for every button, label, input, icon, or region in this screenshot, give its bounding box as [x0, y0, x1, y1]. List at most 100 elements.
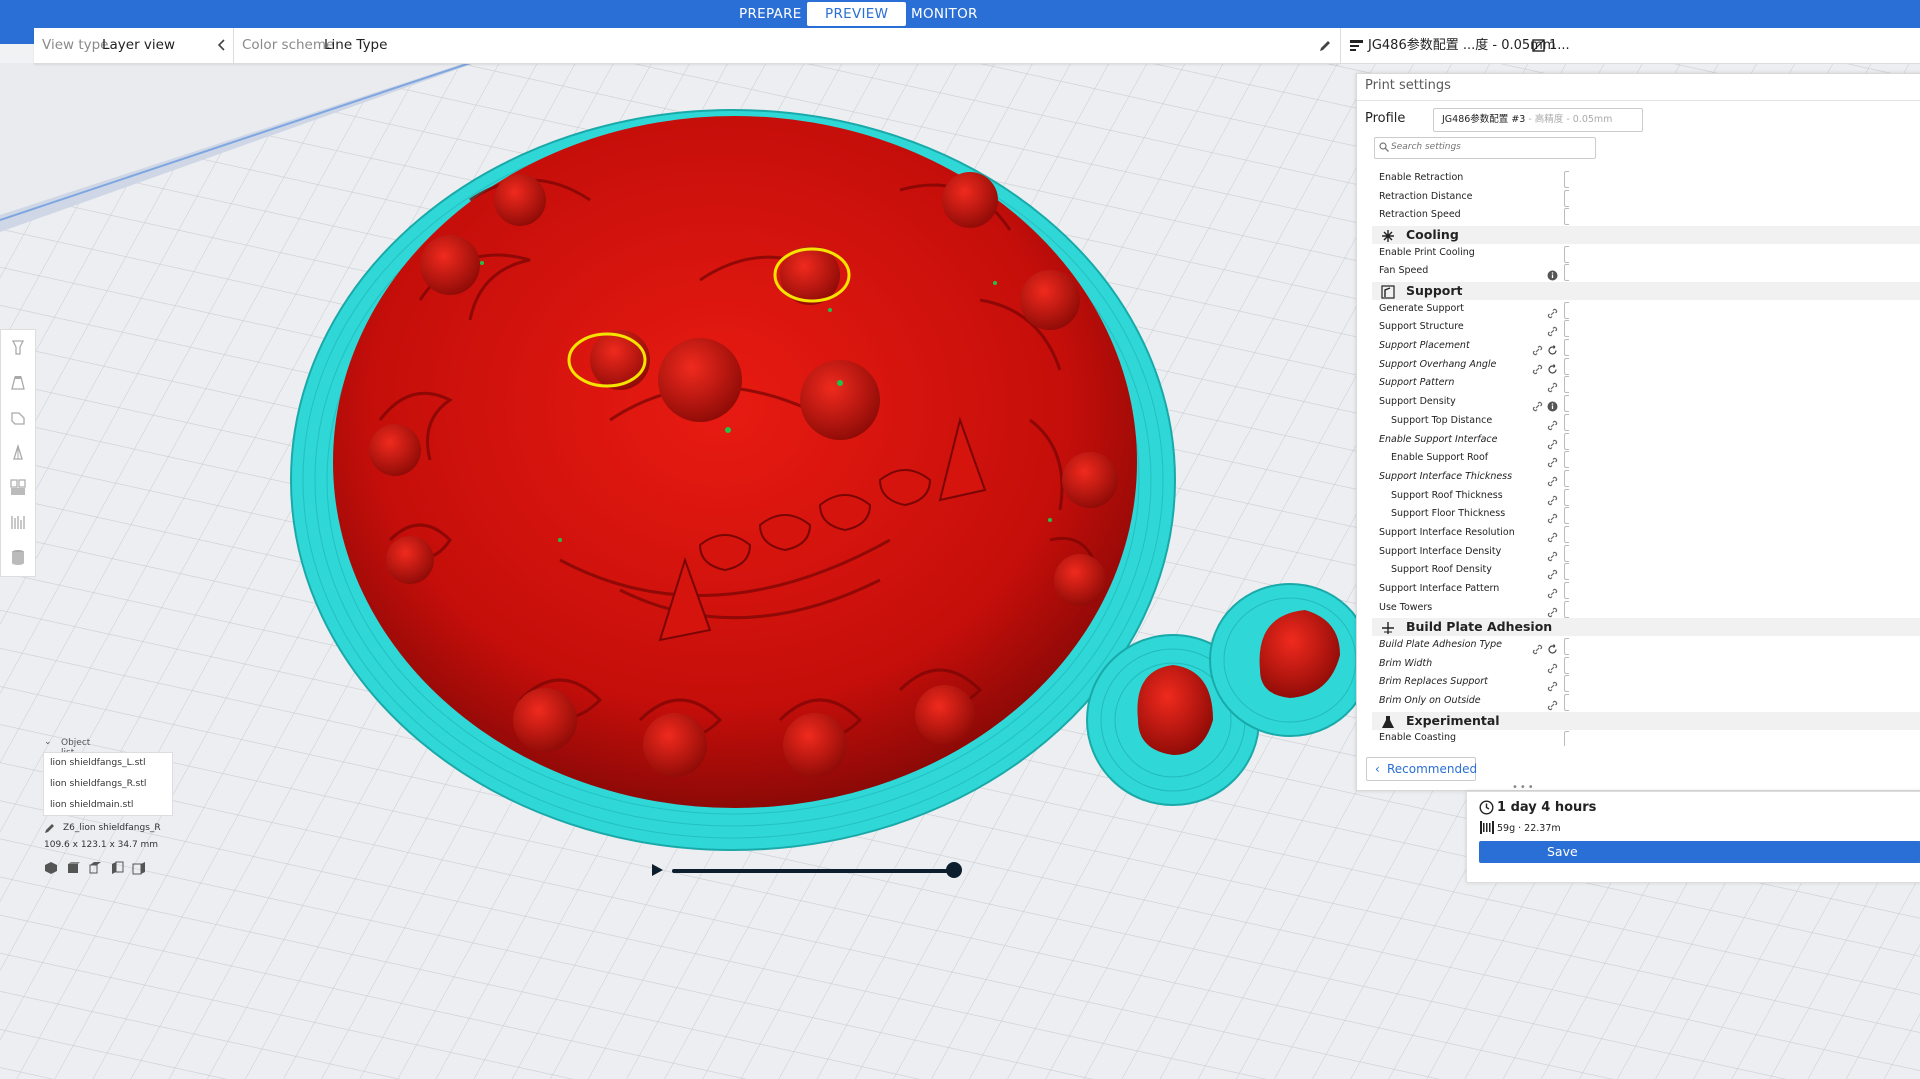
material-estimate: 59g · 22.37m	[1497, 823, 1561, 834]
setting-value-field[interactable]	[1564, 190, 1569, 207]
setting-row-support-pattern[interactable]: Support Pattern	[1357, 375, 1920, 393]
setting-row-generate-support[interactable]: Generate Support	[1357, 301, 1920, 319]
setting-value-field[interactable]	[1564, 601, 1569, 618]
setting-value-field[interactable]	[1564, 376, 1569, 393]
setting-row-fan-speed[interactable]: Fan Speed	[1357, 263, 1920, 281]
info-icon[interactable]	[1547, 266, 1558, 281]
setting-value-field[interactable]	[1564, 339, 1569, 356]
reset-icon[interactable]	[1547, 360, 1558, 374]
setting-row-support-roof-thickness[interactable]: Support Roof Thickness	[1357, 488, 1920, 506]
left-view-icon[interactable]	[110, 861, 124, 875]
tab-preview[interactable]: PREVIEW	[807, 2, 907, 26]
setting-value-field[interactable]	[1564, 171, 1569, 188]
setting-row-retraction-speed[interactable]: Retraction Speed	[1357, 207, 1920, 225]
right-view-icon[interactable]	[132, 861, 146, 875]
setting-value-field[interactable]	[1564, 731, 1569, 746]
3d-view-icon[interactable]	[44, 861, 58, 875]
setting-value-field[interactable]	[1564, 451, 1569, 468]
layer-slider-handle[interactable]	[946, 862, 962, 878]
setting-value-field[interactable]	[1564, 545, 1569, 562]
setting-row-retraction-distance[interactable]: Retraction Distance	[1357, 189, 1920, 207]
tool-rotate[interactable]	[1, 400, 35, 435]
setting-value-field[interactable]	[1564, 563, 1569, 580]
profile-dropdown[interactable]: JG486参数配置 #3 - 高精度 - 0.05mm	[1433, 108, 1643, 132]
setting-value-field[interactable]	[1564, 694, 1569, 711]
tool-move[interactable]	[1, 330, 35, 365]
chevron-left-icon[interactable]	[214, 37, 230, 53]
setting-value-field[interactable]	[1564, 582, 1569, 599]
setting-value-field[interactable]	[1564, 320, 1569, 337]
layer-slider-track[interactable]	[672, 869, 958, 873]
view-type-dropdown[interactable]: Layer view	[102, 28, 175, 63]
object-list-item[interactable]: lion shieldfangs_R.stl	[50, 778, 147, 789]
setting-value-field[interactable]	[1564, 675, 1569, 692]
setting-row-enable-support-roof[interactable]: Enable Support Roof	[1357, 450, 1920, 468]
setting-value-field[interactable]	[1564, 470, 1569, 487]
save-label: Save	[1547, 844, 1578, 859]
section-support[interactable]: Support	[1372, 282, 1920, 300]
tool-scale[interactable]	[1, 365, 35, 400]
setting-value-field[interactable]	[1564, 526, 1569, 543]
setting-row-support-placement[interactable]: Support Placement	[1357, 338, 1920, 356]
section-build-plate-adhesion[interactable]: Build Plate Adhesion	[1372, 618, 1920, 636]
tool-per-model-settings[interactable]	[1, 470, 35, 505]
setting-row-support-roof-density[interactable]: Support Roof Density	[1357, 562, 1920, 580]
setting-label: Support Pattern	[1379, 377, 1455, 388]
setting-value-field[interactable]	[1564, 433, 1569, 450]
info-icon[interactable]	[1547, 397, 1558, 412]
pencil-icon[interactable]	[1318, 39, 1332, 53]
setting-value-field[interactable]	[1564, 657, 1569, 674]
tab-prepare[interactable]: PREPARE	[739, 2, 802, 26]
setting-row-enable-coasting[interactable]: Enable Coasting	[1357, 730, 1920, 746]
section-experimental[interactable]: Experimental	[1372, 712, 1920, 730]
setting-row-support-floor-thickness[interactable]: Support Floor Thickness	[1357, 506, 1920, 524]
search-settings-box[interactable]	[1374, 137, 1596, 159]
setting-value-field[interactable]	[1564, 302, 1569, 319]
setting-row-support-interface-thickness[interactable]: Support Interface Thickness	[1357, 469, 1920, 487]
setting-row-support-structure[interactable]: Support Structure	[1357, 319, 1920, 337]
tool-support-blocker[interactable]	[1, 505, 35, 540]
settings-list[interactable]: Enable Retraction Retraction Distance Retr…	[1357, 170, 1920, 746]
tool-mirror[interactable]	[1, 435, 35, 470]
front-view-icon[interactable]	[66, 861, 80, 875]
setting-row-brim-only-on-outside[interactable]: Brim Only on Outside	[1357, 693, 1920, 711]
setting-value-field[interactable]	[1564, 638, 1569, 655]
setting-row-support-interface-resolution[interactable]: Support Interface Resolution	[1357, 525, 1920, 543]
setting-row-build-plate-adhesion-type[interactable]: Build Plate Adhesion Type	[1357, 637, 1920, 655]
selected-object-label: Z6_lion shieldfangs_R	[63, 823, 161, 833]
setting-row-support-interface-pattern[interactable]: Support Interface Pattern	[1357, 581, 1920, 599]
setting-row-enable-retraction[interactable]: Enable Retraction	[1357, 170, 1920, 188]
setting-row-use-towers[interactable]: Use Towers	[1357, 600, 1920, 618]
setting-row-support-overhang-angle[interactable]: Support Overhang Angle	[1357, 357, 1920, 375]
setting-row-enable-support-interface[interactable]: Enable Support Interface	[1357, 432, 1920, 450]
save-to-disk-button[interactable]: Save	[1479, 841, 1920, 863]
top-view-icon[interactable]	[88, 861, 102, 875]
tab-monitor[interactable]: MONITOR	[911, 2, 978, 26]
setting-value-field[interactable]	[1564, 395, 1569, 412]
setting-value-field[interactable]	[1564, 264, 1569, 281]
search-settings-input[interactable]	[1391, 139, 1581, 155]
object-list-item[interactable]: lion shieldfangs_L.stl	[50, 757, 146, 768]
setting-value-field[interactable]	[1564, 414, 1569, 431]
reset-icon[interactable]	[1547, 341, 1558, 355]
object-list-item[interactable]: lion shieldmain.stl	[50, 799, 134, 810]
setting-row-brim-width[interactable]: Brim Width	[1357, 656, 1920, 674]
setting-row-support-interface-density[interactable]: Support Interface Density	[1357, 544, 1920, 562]
color-scheme-dropdown[interactable]: Line Type	[324, 28, 387, 63]
setting-value-field[interactable]	[1564, 358, 1569, 375]
setting-row-support-top-distance[interactable]: Support Top Distance	[1357, 413, 1920, 431]
setting-row-support-density[interactable]: Support Density	[1357, 394, 1920, 412]
setting-value-field[interactable]	[1564, 507, 1569, 524]
play-icon[interactable]	[650, 863, 664, 877]
section-cooling[interactable]: Cooling	[1372, 226, 1920, 244]
setting-row-enable-print-cooling[interactable]: Enable Print Cooling	[1357, 245, 1920, 263]
cylinder-icon	[12, 550, 24, 565]
setting-row-brim-replaces-support[interactable]: Brim Replaces Support	[1357, 674, 1920, 692]
setting-value-field[interactable]	[1564, 208, 1569, 225]
tool-cylinder[interactable]	[1, 540, 35, 575]
recommended-button[interactable]: ‹ Recommended	[1366, 757, 1477, 781]
print-setup-selector[interactable]: JG486参数配置 ...度 - 0.05mm 1...	[1340, 28, 1920, 64]
reset-icon[interactable]	[1547, 640, 1558, 654]
setting-value-field[interactable]	[1564, 246, 1569, 263]
setting-value-field[interactable]	[1564, 489, 1569, 506]
